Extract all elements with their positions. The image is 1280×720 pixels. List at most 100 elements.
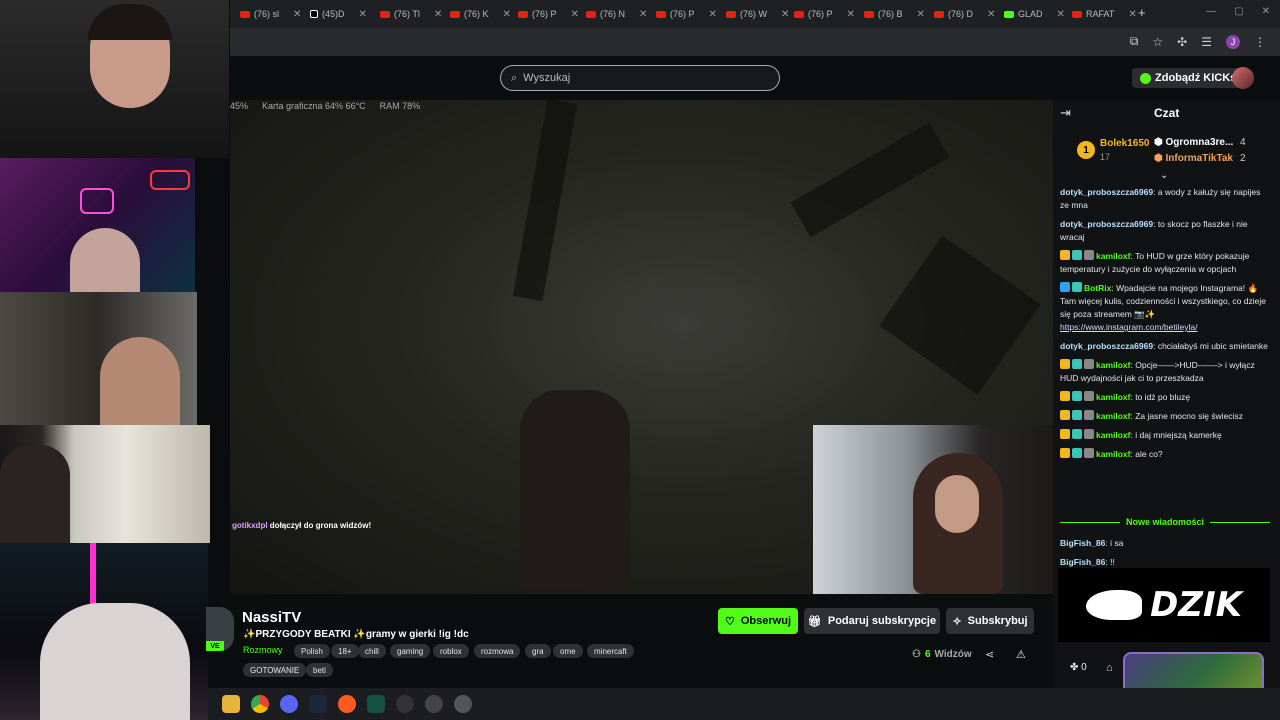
channel-avatar[interactable]: VE [206,607,234,651]
close-tab-icon[interactable]: ✕ [781,9,789,20]
chat-username[interactable]: BigFish_86 [1060,557,1105,567]
maximize-icon[interactable]: ▢ [1234,6,1243,17]
search-input[interactable]: ⌕ Wyszukaj [500,65,780,91]
stream-tag[interactable]: gra [525,644,551,658]
ea-app-icon[interactable] [338,695,356,713]
stream-tag[interactable]: chill [358,644,386,658]
stream-tag[interactable]: GOTOWANIE [243,663,307,677]
minimize-icon[interactable]: — [1206,6,1216,17]
close-tab-icon[interactable]: ✕ [293,9,301,20]
app-icon[interactable] [425,695,443,713]
browser-tab[interactable]: (45)D ✕ [310,4,367,24]
bookmark-star-icon[interactable]: ☆ [1152,35,1163,49]
close-tab-icon[interactable]: ✕ [1128,9,1136,20]
follow-button[interactable]: ♡ Obserwuj [718,608,798,634]
chat-username[interactable]: BigFish_86 [1060,538,1105,548]
browser-tab[interactable]: (76) P ✕ [656,4,717,24]
youtube-icon [450,10,460,18]
webcam-person [0,445,70,543]
store-icon[interactable]: ⌂ [1106,662,1113,674]
steam-icon[interactable] [309,695,327,713]
close-tab-icon[interactable]: ✕ [847,9,855,20]
close-tab-icon[interactable]: ✕ [709,9,717,20]
close-tab-icon[interactable]: ✕ [503,9,511,20]
browser-tab[interactable]: (76) K ✕ [450,4,511,24]
close-tab-icon[interactable]: ✕ [359,9,367,20]
chat-username[interactable]: BotRix [1084,283,1111,293]
channel-name[interactable]: NassiTV [242,609,301,626]
close-tab-icon[interactable]: ✕ [639,9,647,20]
get-kicks-button[interactable]: Zdobądź KICKs [1132,68,1245,88]
discord-icon[interactable] [280,695,298,713]
chat-username[interactable]: kamiloxf [1096,360,1131,370]
browser-tab[interactable]: GLAD ✕ [1004,4,1065,24]
new-tab-button[interactable]: + [1138,5,1146,20]
webcam-overlay-3 [0,292,197,425]
stream-tag[interactable]: roblox [433,644,469,658]
stream-tag[interactable]: minercaft [587,644,634,658]
chat-username[interactable]: kamiloxf [1096,411,1131,421]
streamer-face [935,475,979,533]
leaderboard-third[interactable]: ⬢ InformaTikTak [1154,153,1233,164]
tab-label: (76) K [464,9,489,19]
close-icon[interactable]: ✕ [1262,6,1270,17]
browser-tab[interactable]: (76) sl ✕ [240,4,301,24]
chat-username[interactable]: dotyk_proboszcza6969 [1060,219,1153,229]
reading-list-icon[interactable]: ☰ [1201,35,1212,49]
close-tab-icon[interactable]: ✕ [434,9,442,20]
close-tab-icon[interactable]: ✕ [571,9,579,20]
browser-tab[interactable]: (76) W ✕ [726,4,789,24]
close-tab-icon[interactable]: ✕ [1057,9,1065,20]
chat-username[interactable]: kamiloxf [1096,251,1131,261]
profile-avatar[interactable]: J [1226,34,1240,49]
close-tab-icon[interactable]: ✕ [917,9,925,20]
stream-tag[interactable]: beti [306,663,333,677]
browser-tab[interactable]: (76) P ✕ [518,4,579,24]
stream-category[interactable]: Rozmowy [243,645,283,655]
chat-username[interactable]: dotyk_proboszcza6969 [1060,341,1153,351]
report-icon[interactable]: ⚠ [1016,648,1026,661]
browser-tab[interactable]: (76) N ✕ [586,4,647,24]
expand-leaderboard-icon[interactable]: ⌄ [1160,170,1168,181]
webcam-person [70,228,140,292]
subscribe-button[interactable]: ✧ Subskrybuj [946,608,1034,634]
tab-label: (76) P [808,9,833,19]
close-tab-icon[interactable]: ✕ [987,9,995,20]
menu-kebab-icon[interactable]: ⋮ [1254,35,1266,49]
viewers-number: 6 [924,649,931,660]
stream-tag[interactable]: Polish [294,644,330,658]
obs-icon[interactable] [396,695,414,713]
browser-tab[interactable]: (76) B ✕ [864,4,925,24]
leaderboard-second[interactable]: ⬢ Ogromna3re... [1154,137,1233,148]
chrome-icon[interactable] [251,695,269,713]
xbox-icon[interactable] [367,695,385,713]
browser-tab[interactable]: (76) D ✕ [934,4,995,24]
sponsor-banner: DZIK [1058,568,1270,642]
search-icon: ⌕ [511,71,518,84]
stream-tag[interactable]: 18+ [331,644,359,658]
collapse-chat-icon[interactable]: ⇥ [1060,105,1071,121]
chat-username[interactable]: kamiloxf [1096,430,1131,440]
extensions-icon[interactable]: ✣ [1177,35,1187,49]
user-avatar[interactable] [1232,67,1254,89]
translate-icon[interactable]: ⧉ [1130,34,1139,49]
stream-tag[interactable]: ome [553,644,583,658]
leaderboard-first-name[interactable]: Bolek1650 [1100,138,1149,149]
chat-text: ale co? [1135,449,1163,459]
share-icon[interactable]: ⋖ [985,648,994,661]
chat-username[interactable]: kamiloxf [1096,392,1131,402]
chat-username[interactable]: kamiloxf [1096,449,1131,459]
alert-user: gotikxdpl [232,521,268,530]
settings-icon[interactable] [454,695,472,713]
chat-link[interactable]: https://www.instagram.com/betileyla/ [1060,322,1197,332]
kicks-gifts[interactable]: ✤ 0 [1070,662,1087,673]
chat-username[interactable]: dotyk_proboszcza6969 [1060,187,1153,197]
browser-tab[interactable]: (76) P ✕ [794,4,855,24]
browser-tab[interactable]: (76) Tl ✕ [380,4,442,24]
address-bar-icons: ⧉ ☆ ✣ ☰ J ⋮ [1130,34,1266,49]
browser-tab[interactable]: RAFAT ✕ [1072,4,1137,24]
stream-tag[interactable]: gaming [390,644,431,658]
file-explorer-icon[interactable] [222,695,240,713]
gift-subscription-button[interactable]: 🎁︎ Podaruj subskrypcje [804,608,940,634]
stream-tag[interactable]: rozmowa [474,644,521,658]
